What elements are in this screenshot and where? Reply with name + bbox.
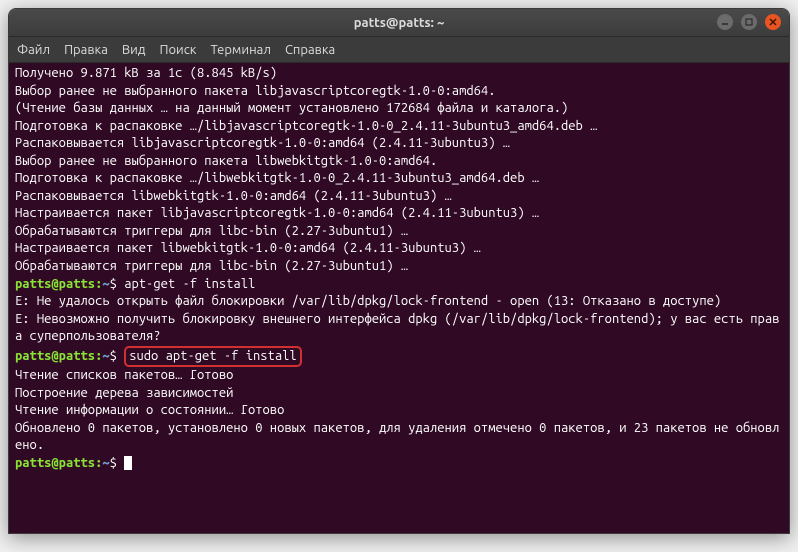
maximize-button[interactable] — [741, 14, 757, 30]
output-line: Выбор ранее не выбранного пакета libjava… — [15, 84, 495, 98]
cursor — [124, 456, 132, 470]
output-line: (Чтение базы данных … на данный момент у… — [15, 101, 568, 115]
terminal-area[interactable]: Получено 9.871 kB за 1с (8.845 kB/s) Выб… — [9, 63, 789, 533]
error-line: E: Невозможно получить блокировку внешне… — [15, 312, 779, 344]
menu-help[interactable]: Справка — [285, 43, 335, 57]
output-line: Обрабатываются триггеры для libc-bin (2.… — [15, 224, 408, 238]
command-text: apt-get -f install — [117, 277, 255, 291]
output-line: Чтение списков пакетов… Готово — [15, 368, 233, 382]
prompt-dollar: $ — [110, 456, 117, 470]
prompt-user: patts@patts — [15, 456, 95, 470]
output-line: Построение дерева зависимостей — [15, 386, 233, 400]
output-line: Подготовка к распаковке …/libjavascriptc… — [15, 119, 597, 133]
output-line: Настраивается пакет libwebkitgtk-1.0-0:a… — [15, 241, 481, 255]
prompt-user: patts@patts — [15, 277, 95, 291]
terminal-window: patts@patts: ~ Файл Правка Вид Поиск Тер… — [8, 8, 790, 534]
highlighted-command: sudo apt-get -f install — [124, 346, 301, 368]
output-line: Получено 9.871 kB за 1с (8.845 kB/s) — [15, 66, 277, 80]
close-button[interactable] — [765, 14, 781, 30]
output-line: Обновлено 0 пакетов, установлено 0 новых… — [15, 421, 779, 453]
prompt-path: ~ — [102, 349, 109, 363]
prompt-dollar: $ — [110, 277, 117, 291]
output-line: Выбор ранее не выбранного пакета libwebk… — [15, 154, 437, 168]
prompt-dollar: $ — [110, 349, 117, 363]
minimize-button[interactable] — [717, 14, 733, 30]
output-line: Распаковывается libwebkitgtk-1.0-0:amd64… — [15, 189, 452, 203]
window-controls — [717, 14, 781, 30]
menu-edit[interactable]: Правка — [64, 43, 108, 57]
menu-terminal[interactable]: Терминал — [210, 43, 270, 57]
window-title: patts@patts: ~ — [354, 16, 445, 30]
titlebar[interactable]: patts@patts: ~ — [9, 9, 789, 37]
menu-view[interactable]: Вид — [122, 43, 146, 57]
output-line: Настраивается пакет libjavascriptcoregtk… — [15, 206, 539, 220]
output-line: Чтение информации о состоянии… Готово — [15, 403, 284, 417]
prompt-user: patts@patts — [15, 349, 95, 363]
menu-file[interactable]: Файл — [17, 43, 50, 57]
menu-search[interactable]: Поиск — [159, 43, 196, 57]
output-line: Распаковывается libjavascriptcoregtk-1.0… — [15, 136, 510, 150]
prompt-path: ~ — [102, 277, 109, 291]
prompt-path: ~ — [102, 456, 109, 470]
output-line: Обрабатываются триггеры для libc-bin (2.… — [15, 259, 408, 273]
command-text: sudo apt-get -f install — [129, 349, 296, 363]
menubar: Файл Правка Вид Поиск Терминал Справка — [9, 37, 789, 63]
output-line: Подготовка к распаковке …/libwebkitgtk-1… — [15, 171, 539, 185]
error-line: E: Не удалось открыть файл блокировки /v… — [15, 294, 721, 308]
